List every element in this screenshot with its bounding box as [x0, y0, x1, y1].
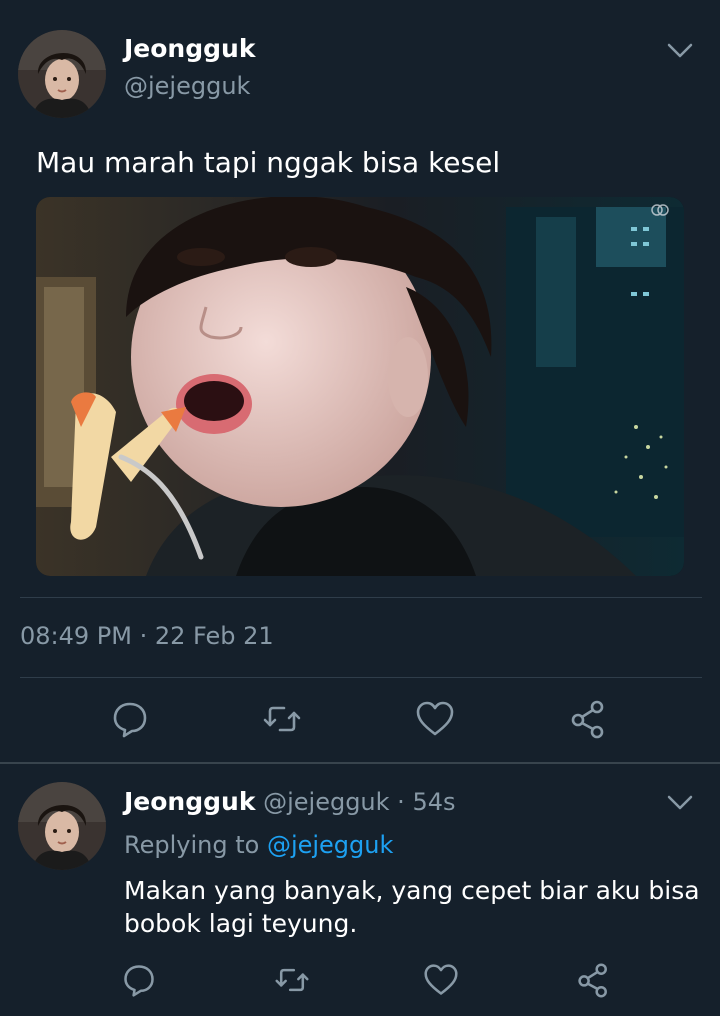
chevron-down-icon[interactable] [667, 795, 693, 811]
tweet-timestamp[interactable]: 08:49 PM · 22 Feb 21 [20, 622, 274, 650]
reply-tweet-header: Jeongguk @jejegguk · 54s [124, 787, 455, 816]
reply-icon [124, 965, 154, 997]
replying-to-line: Replying to @jejegguk [124, 831, 393, 859]
media-image [36, 197, 684, 576]
divider [20, 677, 702, 678]
reply-tweet-text: Makan yang banyak, yang cepet biar aku b… [124, 876, 700, 938]
section-divider [0, 762, 720, 764]
reply-button[interactable] [110, 699, 150, 739]
main-tweet-avatar[interactable] [18, 30, 106, 118]
avatar-photo [18, 782, 106, 870]
reply-retweet-button[interactable] [274, 962, 310, 998]
heart-icon [424, 964, 458, 995]
replying-to-prefix: Replying to [124, 831, 267, 859]
reply-reply-button[interactable] [121, 962, 157, 998]
main-tweet-author-handle[interactable]: @jejegguk [124, 72, 250, 100]
like-button[interactable] [415, 699, 455, 739]
heart-icon [416, 701, 454, 736]
retweet-icon [263, 706, 301, 732]
reply-tweet-avatar[interactable] [18, 782, 106, 870]
chevron-down-icon[interactable] [667, 43, 693, 59]
reply-tweet-author-name[interactable]: Jeongguk [124, 787, 255, 816]
avatar-photo [18, 30, 106, 118]
retweet-button[interactable] [262, 699, 302, 739]
retweet-icon [275, 968, 309, 992]
tweet-detail-screen: Jeongguk @jejegguk Mau marah tapi nggak … [0, 0, 720, 1016]
reply-like-button[interactable] [423, 962, 459, 998]
share-button[interactable] [569, 699, 609, 739]
reply-tweet-time: 54s [412, 788, 456, 816]
share-icon [571, 700, 604, 739]
main-tweet-text: Mau marah tapi nggak bisa kesel [36, 146, 501, 179]
divider [20, 597, 702, 598]
replying-to-mention[interactable]: @jejegguk [267, 831, 393, 859]
reply-tweet-author-handle[interactable]: @jejegguk [263, 788, 389, 816]
reply-icon [113, 702, 147, 738]
reply-share-button[interactable] [576, 962, 612, 998]
share-icon [578, 963, 607, 998]
tweet-media-photo[interactable] [36, 197, 684, 576]
main-tweet-author-name[interactable]: Jeongguk [124, 34, 255, 63]
reply-tweet-separator: · [389, 788, 413, 816]
